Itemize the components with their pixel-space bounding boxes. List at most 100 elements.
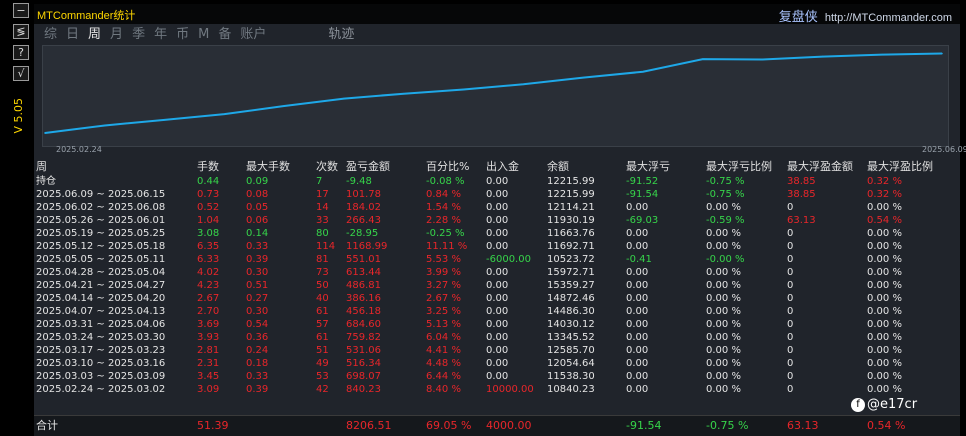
table-row[interactable]: 2025.03.24 ~ 2025.03.30 3.93 0.36 61 759.82 6… [34, 331, 960, 344]
table-row[interactable]: 2025.03.03 ~ 2025.03.09 3.45 0.33 53 698.07 6… [34, 370, 960, 383]
table-row[interactable]: 2025.05.05 ~ 2025.05.11 6.33 0.39 81 551.01 5… [34, 253, 960, 266]
tab-1[interactable]: 日 [66, 26, 79, 44]
title-bar: MTCommander统计 复盘侠 http://MTCommander.com [34, 4, 960, 24]
cell-count: 114 [316, 241, 336, 252]
cell-pnl: 840.23 [346, 384, 381, 395]
table-row[interactable]: 2025.04.28 ~ 2025.05.04 4.02 0.30 73 613.44 3… [34, 266, 960, 279]
tab-0[interactable]: 综 [44, 26, 57, 44]
app-title: MTCommander统计 [37, 10, 136, 22]
cell-maxdd: 0.00 [626, 358, 649, 369]
cell-maxfppct: 0.00 % [867, 267, 902, 278]
cell-maxfp: 0 [787, 319, 794, 330]
table-row[interactable]: 2025.02.24 ~ 2025.03.02 3.09 0.39 42 840.23 8… [34, 383, 960, 396]
confirm-button[interactable]: √ [13, 66, 29, 81]
cell-count: 61 [316, 306, 329, 317]
table-row[interactable]: 2025.03.17 ~ 2025.03.23 2.81 0.24 51 531.06 4… [34, 344, 960, 357]
cell-maxfp: 0 [787, 254, 794, 265]
cell-lots: 6.33 [197, 254, 220, 265]
cell-maxlots: 0.27 [246, 293, 269, 304]
table-row[interactable]: 2025.05.19 ~ 2025.05.25 3.08 0.14 80 -28.95 -… [34, 227, 960, 240]
tab-9[interactable]: 账户 [240, 26, 266, 44]
cell-maxfp: 0 [787, 280, 794, 291]
tab-2[interactable]: 周 [88, 26, 101, 44]
cell-maxfppct: 0.54 % [867, 215, 902, 226]
equity-point-6 [403, 92, 405, 95]
cell-flow: 0.00 [486, 371, 509, 382]
cell-maxfppct: 0.00 % [867, 371, 902, 382]
tab-8[interactable]: 备 [218, 26, 231, 44]
cell-maxddpct: 0.00 % [706, 371, 741, 382]
cell-maxlots: 0.54 [246, 319, 269, 330]
table-row[interactable]: 2025.03.10 ~ 2025.03.16 2.31 0.18 49 516.34 4… [34, 357, 960, 370]
cell-maxddpct: 0.00 % [706, 241, 741, 252]
tab-6[interactable]: 币 [176, 26, 189, 44]
cell-pct: 4.41 % [426, 345, 461, 356]
cell-pct: 4.48 % [426, 358, 461, 369]
brand[interactable]: 复盘侠 http://MTCommander.com [779, 6, 952, 25]
cell-pct: 3.99 % [426, 267, 461, 278]
cell-maxdd: 0.00 [626, 241, 649, 252]
cell-count: 50 [316, 280, 329, 291]
cell-lots: 0.52 [197, 202, 220, 213]
cell-flow: 0.00 [486, 280, 509, 291]
cell-maxdd: 0.00 [626, 202, 649, 213]
cell-maxdd: 0.00 [626, 267, 649, 278]
cell-count: 49 [316, 358, 329, 369]
cell-pnl: 698.07 [346, 371, 381, 382]
holding-cell: -9.48 [346, 176, 372, 187]
cell-maxfp: 63.13 [787, 215, 816, 226]
cell-maxfppct: 0.00 % [867, 384, 902, 395]
cell-maxdd: 0.00 [626, 293, 649, 304]
cell-lots: 1.04 [197, 215, 220, 226]
cell-maxfppct: 0.00 % [867, 241, 902, 252]
holding-cell: 0.00 [486, 176, 509, 187]
layout-toggle-button[interactable]: ≶ [13, 24, 29, 39]
tab-3[interactable]: 月 [110, 26, 123, 44]
cell-pct: 11.11 % [426, 241, 468, 252]
cell-flow: 10000.00 [486, 384, 534, 395]
chart-end-date: 2025.06.09 [922, 145, 966, 154]
cell-maxfppct: 0.00 % [867, 202, 902, 213]
equity-point-0 [44, 132, 46, 134]
table-row[interactable]: 2025.05.12 ~ 2025.05.18 6.35 0.33 114 1168.9… [34, 240, 960, 253]
minimize-button[interactable]: − [13, 3, 29, 18]
table-row[interactable]: 2025.03.31 ~ 2025.04.06 3.69 0.54 57 684.60 5… [34, 318, 960, 331]
left-toolbar: − ≶ ? √ V 5.05 [0, 0, 34, 435]
holding-label: 持仓 [36, 176, 56, 187]
tab-5[interactable]: 年 [154, 26, 167, 44]
table-row[interactable]: 2025.04.07 ~ 2025.04.13 2.70 0.30 61 456.18 3… [34, 305, 960, 318]
table-row[interactable]: 2025.04.21 ~ 2025.04.27 4.23 0.51 50 486.81 3… [34, 279, 960, 292]
help-button[interactable]: ? [13, 45, 29, 60]
cell-lots: 2.31 [197, 358, 220, 369]
cell-pct: 3.25 % [426, 306, 461, 317]
cell-maxfp: 0 [787, 358, 794, 369]
cell-maxfppct: 0.00 % [867, 254, 902, 265]
cell-week: 2025.05.05 ~ 2025.05.11 [36, 254, 166, 265]
cell-count: 61 [316, 332, 329, 343]
tab-7[interactable]: M [198, 26, 209, 44]
equity-point-7 [462, 88, 465, 91]
table-row[interactable]: 2025.06.02 ~ 2025.06.08 0.52 0.05 14 184.02 1… [34, 201, 960, 214]
cell-balance: 15359.27 [547, 280, 595, 291]
cell-balance: 11538.30 [547, 371, 595, 382]
equity-chart-svg [44, 52, 943, 134]
version-label: V 5.05 [12, 98, 25, 134]
cell-balance: 14872.46 [547, 293, 595, 304]
table-row[interactable]: 2025.04.14 ~ 2025.04.20 2.67 0.27 40 386.16 2… [34, 292, 960, 305]
tab-10[interactable]: 轨迹 [328, 26, 354, 44]
cell-pnl: 386.16 [346, 293, 381, 304]
tab-4[interactable]: 季 [132, 26, 145, 44]
cell-flow: 0.00 [486, 189, 509, 200]
cell-flow: 0.00 [486, 228, 509, 239]
table-header: 周 手数 最大手数 次数 盈亏金额 百分比% 出入金 余额 最大浮亏 最大浮亏比例 最大浮盈金额 最大… [34, 160, 960, 175]
cell-balance: 10523.72 [547, 254, 595, 265]
social-logo-icon: f [851, 397, 865, 412]
brand-url[interactable]: http://MTCommander.com [825, 12, 952, 24]
table-row[interactable]: 2025.06.09 ~ 2025.06.15 0.73 0.08 17 101.78 0… [34, 188, 960, 201]
cell-maxfppct: 0.32 % [867, 189, 902, 200]
cell-maxddpct: -0.75 % [706, 189, 745, 200]
cell-maxlots: 0.08 [246, 189, 269, 200]
equity-line [44, 52, 943, 134]
table-row[interactable]: 2025.05.26 ~ 2025.06.01 1.04 0.06 33 266.43 2… [34, 214, 960, 227]
cell-maxddpct: 0.00 % [706, 202, 741, 213]
